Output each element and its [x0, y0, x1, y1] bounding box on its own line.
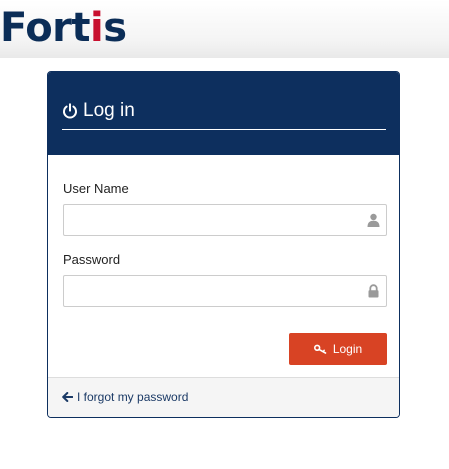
header-bar: Fortis [0, 0, 449, 58]
logo-text-suffix: s [103, 5, 127, 51]
username-field-wrapper [63, 204, 387, 236]
login-panel-footer: I forgot my password [48, 377, 399, 417]
forgot-password-link[interactable]: I forgot my password [62, 390, 188, 404]
fortis-logo: Fortis [0, 5, 127, 51]
logo-text-accent: i [90, 5, 104, 51]
password-field-wrapper [63, 275, 387, 307]
user-icon [367, 213, 380, 227]
username-label: User Name [63, 181, 129, 196]
power-icon [63, 103, 77, 119]
username-input[interactable] [64, 205, 370, 235]
login-page: Fortis Log in User Name Password Login I… [0, 0, 449, 469]
key-icon [313, 344, 327, 354]
login-panel-header: Log in [48, 72, 399, 155]
login-title: Log in [83, 100, 135, 121]
login-panel: Log in User Name Password Login I forgot… [47, 71, 400, 418]
password-label: Password [63, 252, 121, 267]
logo-text-prefix: Fort [0, 5, 91, 51]
arrow-left-icon [62, 392, 73, 402]
forgot-password-label: I forgot my password [77, 390, 189, 404]
password-input[interactable] [64, 276, 370, 306]
login-button[interactable]: Login [289, 333, 387, 365]
lock-icon [368, 284, 379, 298]
login-button-label: Login [332, 342, 363, 356]
title-divider [62, 129, 386, 130]
